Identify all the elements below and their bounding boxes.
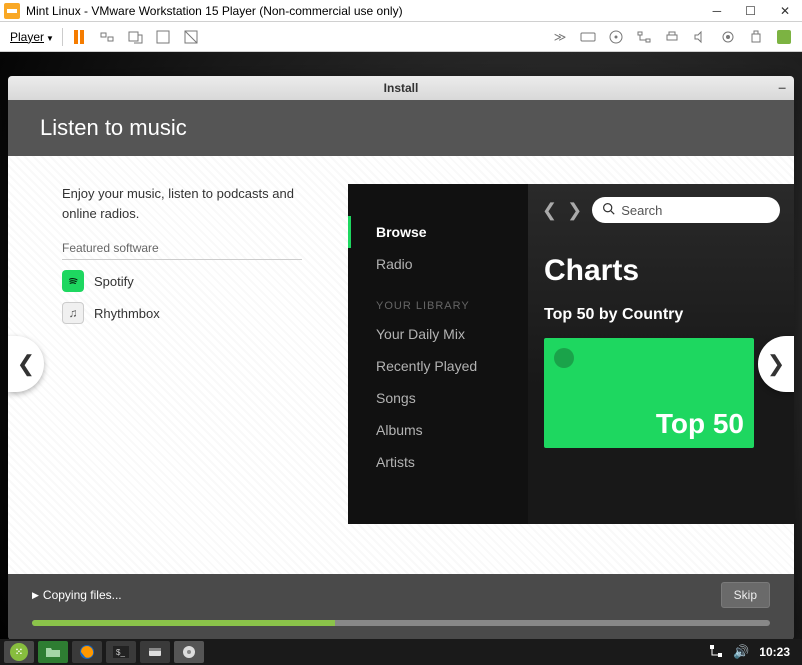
sound-icon[interactable] <box>692 29 708 45</box>
spotify-search[interactable]: Search <box>592 197 780 223</box>
installer-footer: ▶ Copying files... Skip <box>8 574 794 640</box>
spotify-browse[interactable]: Browse <box>348 216 528 248</box>
software-name: Spotify <box>94 274 134 289</box>
installer-description: Enjoy your music, listen to podcasts and… <box>62 184 302 223</box>
installer-titlebar[interactable]: Install – <box>8 76 794 100</box>
software-rhythmbox[interactable]: Rhythmbox <box>62 302 302 324</box>
rhythmbox-icon <box>62 302 84 324</box>
usb-icon[interactable] <box>748 29 764 45</box>
spotify-recently-played[interactable]: Recently Played <box>376 350 528 382</box>
spotify-card-text: Top 50 <box>656 408 744 440</box>
vmware-toolbar: Player▼ ≫ <box>0 22 802 52</box>
spotify-forward-button[interactable]: ❯ <box>567 200 582 221</box>
spotify-songs[interactable]: Songs <box>376 382 528 414</box>
spotify-heading: Charts <box>528 236 794 306</box>
taskbar-clock[interactable]: 10:23 <box>759 645 790 659</box>
installer-body: Enjoy your music, listen to podcasts and… <box>8 156 794 574</box>
unity-icon[interactable] <box>183 29 199 45</box>
maximize-button[interactable]: ☐ <box>745 4 756 18</box>
skip-button[interactable]: Skip <box>721 582 770 608</box>
featured-software-label: Featured software <box>62 241 302 260</box>
svg-text:$_: $_ <box>116 648 125 657</box>
prefs-icon[interactable] <box>776 29 792 45</box>
taskbar-files-button[interactable] <box>38 641 68 663</box>
spotify-icon <box>62 270 84 292</box>
taskbar-terminal-button[interactable]: $_ <box>106 641 136 663</box>
spotify-artists[interactable]: Artists <box>376 446 528 478</box>
spotify-daily-mix[interactable]: Your Daily Mix <box>376 318 528 350</box>
toolbar-separator <box>62 28 63 46</box>
installer-headline: Listen to music <box>40 115 187 141</box>
network-icon[interactable] <box>636 29 652 45</box>
spotify-topbar: ❮ ❯ Search <box>528 184 794 236</box>
close-button[interactable]: ✕ <box>780 4 790 18</box>
device-icon[interactable]: ≫ <box>552 29 568 45</box>
installer-title: Install <box>384 81 419 95</box>
vmware-title: Mint Linux - VMware Workstation 15 Playe… <box>26 4 713 18</box>
cd-icon[interactable] <box>608 29 624 45</box>
pause-vm-button[interactable] <box>71 29 87 45</box>
install-progress-bar <box>32 620 335 626</box>
spotify-back-button[interactable]: ❮ <box>542 200 557 221</box>
fullscreen-icon[interactable] <box>155 29 171 45</box>
spotify-subheading: Top 50 by Country <box>528 306 794 338</box>
install-status[interactable]: ▶ Copying files... <box>32 588 122 602</box>
installer-left-panel: Enjoy your music, listen to podcasts and… <box>62 184 302 334</box>
spotify-sidebar: Browse Radio YOUR LIBRARY Your Daily Mix… <box>348 184 528 524</box>
taskbar-firefox-button[interactable] <box>72 641 102 663</box>
harddisk-icon[interactable] <box>580 29 596 45</box>
spotify-library-label: YOUR LIBRARY <box>376 280 528 318</box>
vm-guest-screen: Install – Listen to music Enjoy your mus… <box>0 52 802 665</box>
snapshot-icon[interactable] <box>127 29 143 45</box>
spotify-top50-card[interactable]: Top 50 <box>544 338 754 448</box>
player-menu[interactable]: Player▼ <box>10 30 54 44</box>
search-icon <box>602 202 615 218</box>
installer-minimize-button[interactable]: – <box>778 79 786 95</box>
volume-tray-icon[interactable]: 🔊 <box>733 644 749 660</box>
spotify-radio[interactable]: Radio <box>376 248 528 280</box>
software-name: Rhythmbox <box>94 306 160 321</box>
mint-logo-icon: ⁙ <box>10 643 28 661</box>
installer-header: Listen to music <box>8 100 794 156</box>
printer-icon[interactable] <box>664 29 680 45</box>
send-keys-icon[interactable] <box>99 29 115 45</box>
vmware-titlebar: Mint Linux - VMware Workstation 15 Playe… <box>0 0 802 22</box>
install-progress <box>32 620 770 626</box>
carousel-prev-button[interactable]: ❮ <box>8 336 44 392</box>
spotify-preview: Browse Radio YOUR LIBRARY Your Daily Mix… <box>348 184 794 524</box>
installer-window: Install – Listen to music Enjoy your mus… <box>8 76 794 640</box>
spotify-main: ❮ ❯ Search Charts Top 50 by Country Top … <box>528 184 794 524</box>
spotify-card-logo-icon <box>554 348 574 368</box>
vmware-icon <box>4 3 20 19</box>
minimize-button[interactable]: ─ <box>713 4 722 18</box>
mint-menu-button[interactable]: ⁙ <box>4 641 34 663</box>
spotify-search-placeholder: Search <box>621 203 662 218</box>
taskbar-installer-button[interactable] <box>174 641 204 663</box>
spotify-albums[interactable]: Albums <box>376 414 528 446</box>
taskbar-tray: 🔊 10:23 <box>709 644 798 661</box>
expand-icon: ▶ <box>32 590 39 601</box>
record-icon[interactable] <box>720 29 736 45</box>
network-tray-icon[interactable] <box>709 644 723 661</box>
software-spotify[interactable]: Spotify <box>62 270 302 292</box>
taskbar-filemanager-button[interactable] <box>140 641 170 663</box>
mint-taskbar: ⁙ $_ 🔊 10:23 <box>0 639 802 665</box>
